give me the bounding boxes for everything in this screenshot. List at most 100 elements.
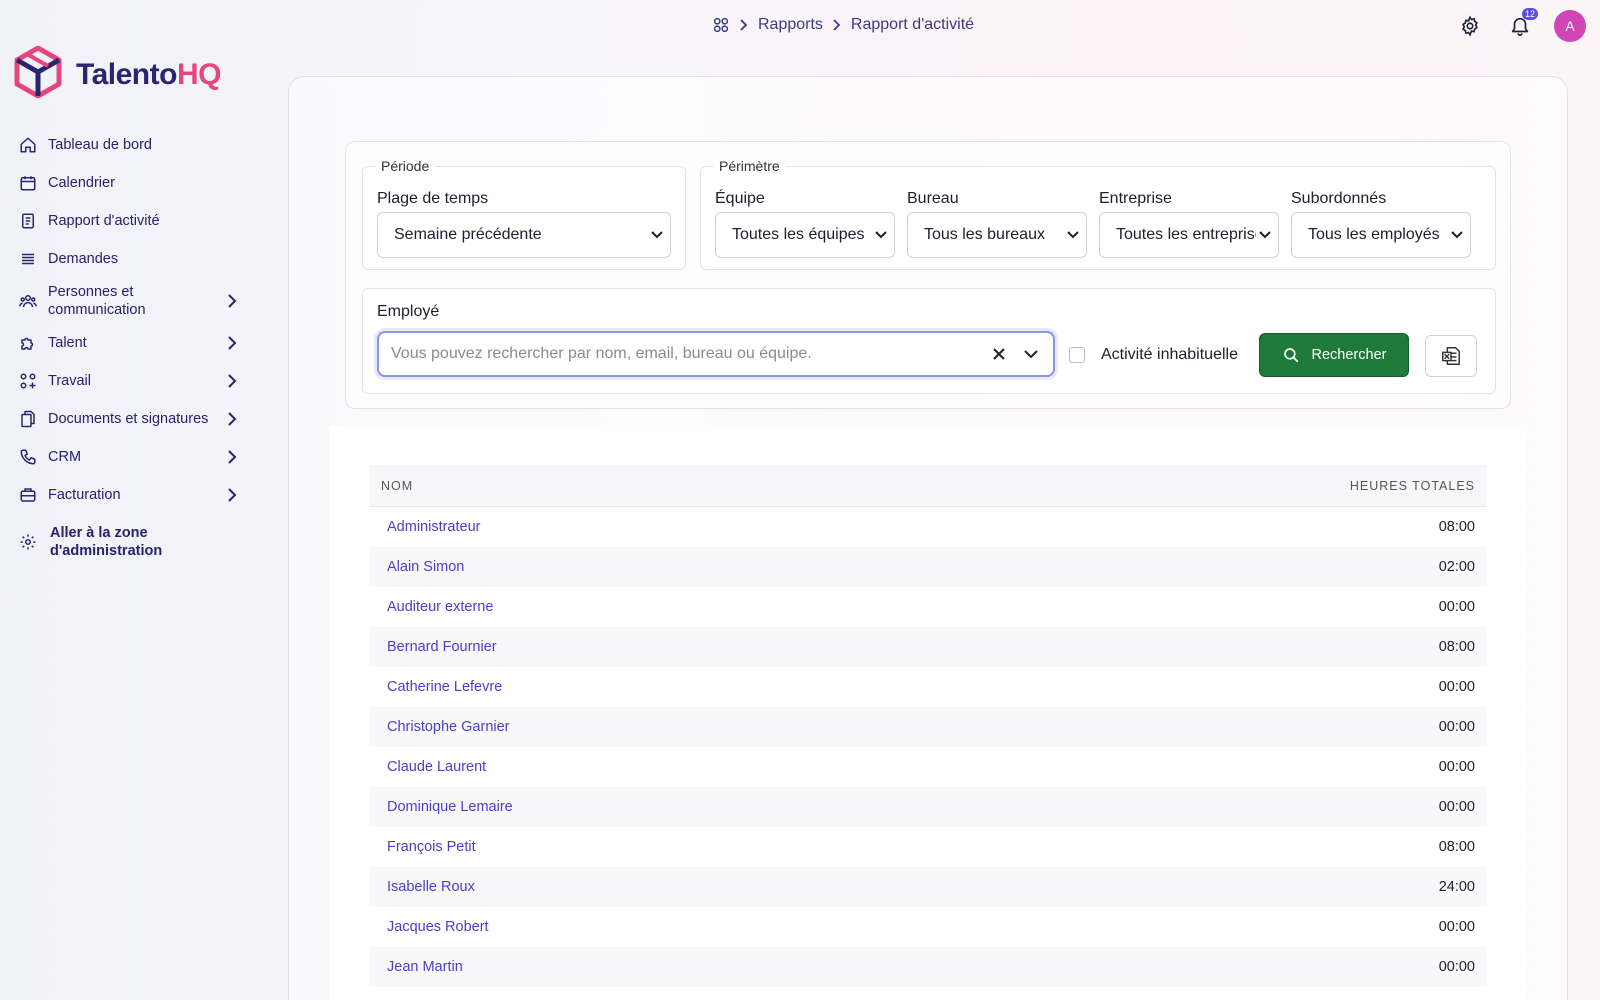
sidebar-item-label: Personnes et communication: [48, 284, 146, 318]
sidebar-item-dashboard[interactable]: Tableau de bord: [0, 126, 250, 164]
sidebar-item-people[interactable]: Personnes et communication: [0, 278, 250, 324]
sidebar-item-admin-zone[interactable]: Aller à la zone d'administration: [0, 520, 250, 564]
sidebar-item-talent[interactable]: Talent: [0, 324, 250, 362]
table-row: Jacques Robert 00:00: [369, 907, 1487, 947]
team-select[interactable]: Toutes les équipes: [715, 212, 895, 258]
scope-group: Périmètre Équipe Toutes les équipes Bure…: [700, 158, 1496, 270]
unusual-activity-checkbox[interactable]: [1069, 347, 1085, 363]
total-hours: 00:00: [1438, 679, 1475, 695]
settings-gear-icon[interactable]: [1454, 10, 1486, 42]
time-range-label: Plage de temps: [377, 190, 489, 207]
office-select[interactable]: Tous les bureaux: [907, 212, 1087, 258]
sidebar-item-label: Travail: [48, 373, 91, 389]
table-row: Claude Laurent 00:00: [369, 747, 1487, 787]
sidebar-item-label: Facturation: [48, 487, 121, 503]
people-icon: [18, 291, 38, 311]
subordinates-label: Subordonnés: [1291, 190, 1387, 207]
total-hours: 00:00: [1438, 799, 1475, 815]
sidebar-item-documents[interactable]: Documents et signatures: [0, 400, 250, 438]
employee-name-link[interactable]: Isabelle Roux: [387, 879, 475, 895]
notifications-bell-icon[interactable]: 12: [1504, 8, 1538, 42]
sidebar-item-billing[interactable]: Facturation: [0, 476, 250, 514]
employee-name-link[interactable]: Dominique Lemaire: [387, 799, 513, 815]
employee-name-link[interactable]: François Petit: [387, 839, 476, 855]
employee-name-link[interactable]: Claude Laurent: [387, 759, 486, 775]
avatar[interactable]: A: [1554, 10, 1586, 42]
calendar-icon: [18, 173, 38, 193]
report-table-section: NOM HEURES TOTALES Administrateur 08:00 Al…: [329, 425, 1527, 1000]
employee-name-link[interactable]: Auditeur externe: [387, 599, 493, 615]
employee-name-link[interactable]: Administrateur: [387, 519, 480, 535]
total-hours: 00:00: [1438, 919, 1475, 935]
search-button[interactable]: Rechercher: [1259, 333, 1409, 377]
chevron-down-icon: [872, 231, 890, 239]
table-row: Dominique Lemaire 00:00: [369, 787, 1487, 827]
excel-export-button[interactable]: [1425, 335, 1477, 377]
chevron-right-icon: [222, 374, 242, 388]
sidebar-nav: Tableau de bord Calendrier Rapport d'act…: [0, 126, 250, 564]
sidebar-item-crm[interactable]: CRM: [0, 438, 250, 476]
total-hours: 24:00: [1438, 879, 1475, 895]
table-row: Administrateur 08:00: [369, 507, 1487, 547]
grid-icon: [18, 371, 38, 391]
sidebar-item-label: Rapport d'activité: [48, 213, 160, 229]
total-hours: 08:00: [1438, 839, 1475, 855]
chevron-right-icon: [222, 412, 242, 426]
table-row: Isabelle Roux 24:00: [369, 867, 1487, 907]
sidebar-item-label: Demandes: [48, 251, 119, 267]
scope-legend: Périmètre: [719, 158, 780, 174]
employee-name-link[interactable]: Jacques Robert: [387, 919, 489, 935]
sidebar-item-label: Calendrier: [48, 175, 115, 191]
column-header-name[interactable]: NOM: [381, 479, 413, 493]
sidebar-item-label: Tableau de bord: [48, 137, 152, 153]
apps-grid-icon[interactable]: [712, 16, 730, 34]
employee-search-field: [377, 331, 1055, 377]
phone-icon: [18, 447, 38, 467]
employee-name-link[interactable]: Christophe Garnier: [387, 719, 510, 735]
employee-name-link[interactable]: Jean Martin: [387, 959, 463, 975]
employee-search-input[interactable]: [391, 345, 983, 363]
sidebar-item-label: Aller à la zone d'administration: [50, 525, 163, 559]
subordinates-select[interactable]: Tous les employés: [1291, 212, 1471, 258]
company-label: Entreprise: [1099, 190, 1172, 207]
column-header-hours[interactable]: HEURES TOTALES: [1350, 479, 1475, 493]
chevron-down-icon: [648, 231, 666, 239]
sidebar-item-calendar[interactable]: Calendrier: [0, 164, 250, 202]
sidebar-item-activity-report[interactable]: Rapport d'activité: [0, 202, 250, 240]
notifications-badge: 12: [1521, 8, 1538, 20]
report-icon: [18, 211, 38, 231]
sidebar-item-label: Documents et signatures: [48, 411, 209, 427]
time-range-select[interactable]: Semaine précédente: [377, 212, 671, 258]
unusual-activity-toggle: Activité inhabituelle: [1069, 346, 1238, 364]
employee-filter: Employé Activité inhabituelle Rechercher: [362, 288, 1496, 394]
employee-name-link[interactable]: Alain Simon: [387, 559, 464, 575]
chevron-down-icon: [1448, 231, 1466, 239]
chevron-down-icon: [1064, 231, 1082, 239]
sidebar-item-label: Talent: [48, 335, 87, 351]
sidebar-item-requests[interactable]: Demandes: [0, 240, 250, 278]
company-select[interactable]: Toutes les entreprises: [1099, 212, 1279, 258]
chevron-right-icon: [740, 19, 748, 31]
office-label: Bureau: [907, 190, 959, 207]
search-button-label: Rechercher: [1311, 347, 1387, 363]
employee-name-link[interactable]: Catherine Lefevre: [387, 679, 502, 695]
list-icon: [18, 249, 38, 269]
chevron-down-icon[interactable]: [1015, 338, 1047, 370]
header-actions: 12 A: [1436, 8, 1586, 42]
total-hours: 02:00: [1438, 559, 1475, 575]
total-hours: 00:00: [1438, 759, 1475, 775]
sidebar: TalentoHQ Tableau de bord Calendrier Rap…: [0, 0, 270, 1000]
sidebar-item-work[interactable]: Travail: [0, 362, 250, 400]
filter-panel: Période Plage de temps Semaine précédent…: [345, 141, 1511, 409]
documents-icon: [18, 409, 38, 429]
table-row: François Petit 08:00: [369, 827, 1487, 867]
breadcrumb-reports[interactable]: Rapports: [758, 16, 823, 34]
clear-x-icon[interactable]: [983, 338, 1015, 370]
total-hours: 00:00: [1438, 719, 1475, 735]
chevron-right-icon: [222, 336, 242, 350]
excel-file-icon: [1440, 345, 1462, 367]
breadcrumb-activity-report[interactable]: Rapport d'activité: [851, 16, 974, 34]
brand-logo[interactable]: TalentoHQ: [14, 45, 221, 103]
unusual-activity-label[interactable]: Activité inhabituelle: [1101, 346, 1238, 364]
employee-name-link[interactable]: Bernard Fournier: [387, 639, 497, 655]
